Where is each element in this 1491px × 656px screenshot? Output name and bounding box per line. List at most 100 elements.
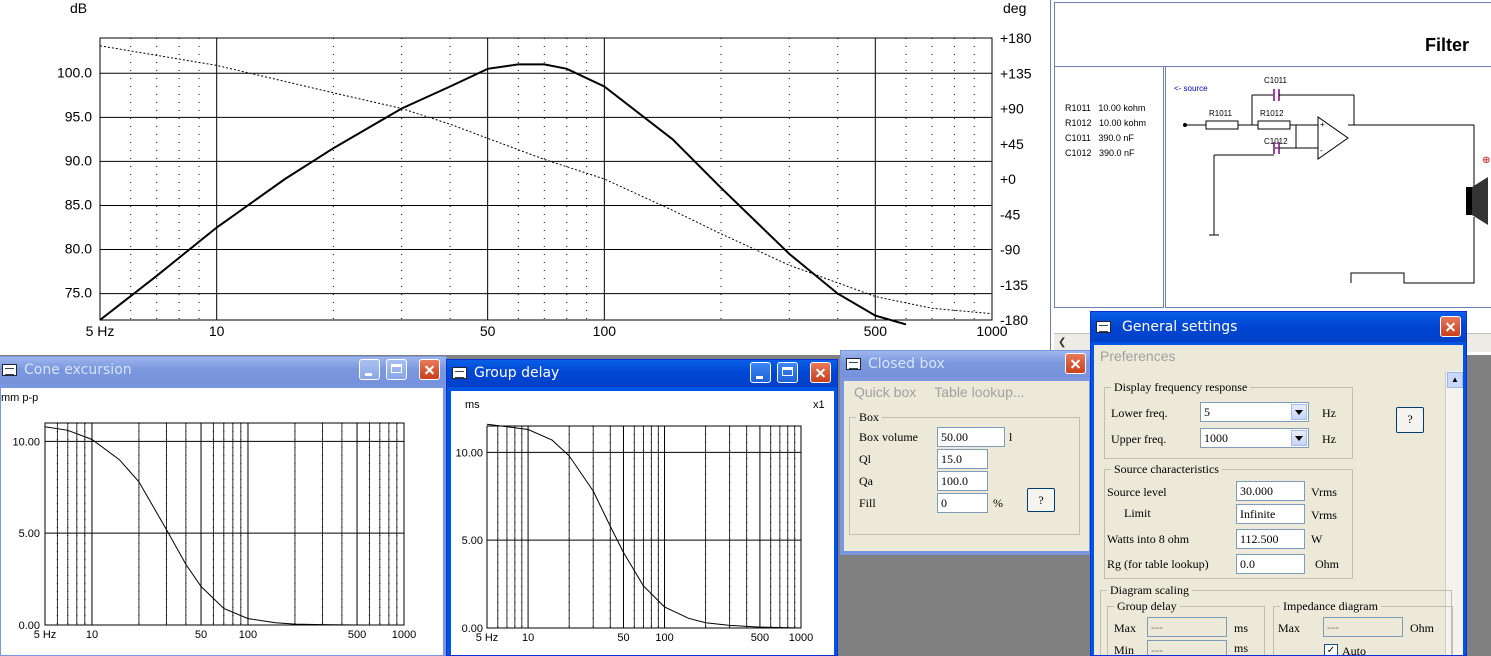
y2-tick-label: +180 [1000, 30, 1032, 46]
y-tick-label: 10.00 [12, 436, 40, 448]
y-tick-label: 5.00 [19, 528, 40, 540]
source-level-field[interactable]: 30.000 [1236, 481, 1305, 501]
filter-panel: Filter R1011 10.00 kohm R1012 10.00 kohm C… [1050, 0, 1491, 355]
y-tick-label: 95.0 [65, 108, 92, 124]
x-tick-label: 500 [751, 632, 769, 644]
qa-label: Qa [859, 474, 873, 488]
menu-bar: Preferences [1094, 345, 1463, 367]
scale-label: x1 [813, 399, 825, 411]
x-tick-label: 500 [864, 323, 888, 339]
svg-text:⊕: ⊕ [1482, 155, 1490, 166]
cone-titlebar[interactable]: Cone excursion [0, 357, 446, 384]
upper-freq-select[interactable]: 1000 [1200, 428, 1309, 448]
y2-axis-unit: deg [1003, 0, 1026, 16]
window-title: Cone excursion [24, 362, 132, 378]
svg-text:R1011: R1011 [1209, 109, 1233, 118]
lower-freq-select[interactable]: 5 [1200, 402, 1309, 422]
component-item: C1012 390.0 nF [1065, 148, 1135, 158]
svg-text:-: - [1320, 146, 1323, 155]
main-chart-panel: 100.0 95.0 90.0 85.0 80.0 75.0 5 Hz 10 50 100 500 1… [0, 0, 1050, 355]
minimize-button[interactable] [359, 359, 380, 380]
x-tick-label: 5 Hz [34, 629, 57, 641]
y-tick-label: 75.0 [65, 285, 92, 301]
component-item: R1012 10.00 kohm [1065, 118, 1147, 128]
imp-max-field[interactable]: --- [1323, 617, 1403, 637]
y2-tick-label: -180 [1000, 312, 1028, 328]
x-tick-label: 1000 [789, 632, 813, 644]
y2-tick-label: -45 [1000, 206, 1020, 222]
group-delay-chart: 10.005.000.005 Hz 10 50 100 500 1000ms x1 [455, 399, 825, 644]
scroll-up-icon[interactable]: ▲ [1447, 372, 1463, 388]
plot-frame [486, 425, 802, 629]
closed-box-window: Closed box Quick box Table lookup... Box … [840, 350, 1093, 555]
svg-text:R1012: R1012 [1260, 109, 1284, 118]
x-tick-label: 5 Hz [476, 632, 499, 644]
chevron-down-icon[interactable] [1291, 430, 1307, 446]
close-button[interactable] [419, 359, 440, 380]
y-axis-unit: dB [70, 0, 87, 16]
box-volume-label: Box volume [859, 430, 918, 444]
gd-max-field[interactable]: --- [1147, 617, 1227, 637]
cone-excursion-chart: 10.005.000.005 Hz 10 50 100 500 1000mm p-p [1, 392, 416, 641]
y-tick-label: 10.00 [455, 447, 483, 459]
chevron-down-icon[interactable] [1291, 404, 1307, 420]
limit-field[interactable]: Infinite [1236, 504, 1305, 524]
component-list: R1011 10.00 kohm R1012 10.00 kohm C1011 39… [1065, 101, 1146, 161]
y2-tick-label: +135 [1000, 65, 1032, 81]
box-volume-field[interactable]: 50.00 [937, 427, 1005, 447]
filter-schematic: <- source R1011 R1012 C1011 + - C1012 ⊕ [1174, 76, 1490, 284]
auto-checkbox[interactable]: ✓ [1324, 644, 1338, 655]
close-button[interactable] [1440, 316, 1461, 337]
component-item: R1011 10.00 kohm [1065, 103, 1146, 113]
svg-text:+: + [1320, 120, 1325, 129]
ql-field[interactable]: 15.0 [937, 449, 988, 469]
fill-field[interactable]: 0 [937, 493, 988, 513]
closedbox-titlebar[interactable]: Closed box [841, 351, 1092, 378]
help-button[interactable]: ? [1027, 488, 1055, 512]
help-button[interactable]: ? [1396, 407, 1424, 433]
maximize-button[interactable] [777, 362, 798, 383]
resistor-r1011 [1205, 120, 1239, 130]
x-tick-label: 100 [239, 629, 257, 641]
scroll-left-icon[interactable]: ❮ [1058, 337, 1066, 348]
y-tick-label: 5.00 [462, 535, 483, 547]
window-title: Group delay [474, 365, 560, 381]
component-list-box: R1011 10.00 kohm R1012 10.00 kohm C1011 39… [1054, 66, 1164, 308]
x-tick-label: 100 [655, 632, 673, 644]
cone-excursion-window: Cone excursion 10.00 5.00 0.00 5 Hz 10 50 100 5… [0, 356, 447, 656]
resistor-r1012 [1257, 120, 1291, 130]
maximize-button[interactable] [386, 359, 407, 380]
close-button[interactable] [810, 362, 831, 383]
window-icon [1096, 321, 1111, 333]
menu-preferences[interactable]: Preferences [1100, 348, 1175, 364]
source-link[interactable]: <- source [1174, 84, 1208, 93]
y-axis-unit: ms [465, 399, 480, 411]
x-tick-label: 50 [195, 629, 207, 641]
ql-label: Ql [859, 452, 871, 466]
qa-field[interactable]: 100.0 [937, 471, 988, 491]
watts-field[interactable]: 112.500 [1236, 529, 1305, 549]
x-tick-label: 10 [522, 632, 534, 644]
x-tick-label: 50 [480, 323, 496, 339]
diagram-scaling-group: Diagram scaling Group delay Max --- ms M… [1100, 583, 1453, 655]
y-tick-label: 80.0 [65, 241, 92, 257]
close-button[interactable] [1065, 353, 1086, 374]
y-tick-label: 85.0 [65, 196, 92, 212]
menu-quick-box[interactable]: Quick box [854, 384, 916, 400]
x-tick-label: 1000 [392, 629, 416, 641]
series-line [486, 423, 802, 629]
y2-tick-label: +45 [1000, 136, 1024, 152]
group-titlebar[interactable]: Group delay [447, 360, 837, 387]
component-item: C1011 390.0 nF [1065, 133, 1134, 143]
general-titlebar[interactable]: General settings [1091, 312, 1466, 342]
menu-table-lookup[interactable]: Table lookup... [934, 384, 1024, 400]
rg-field[interactable]: 0.0 [1236, 554, 1305, 574]
y2-tick-label: +90 [1000, 101, 1024, 117]
minimize-button[interactable] [750, 362, 771, 383]
svg-text:C1012: C1012 [1264, 137, 1288, 146]
series-line [44, 426, 404, 626]
y-tick-label: 100.0 [57, 64, 92, 80]
plot-frame [44, 422, 405, 626]
x-tick-label: 500 [348, 629, 366, 641]
general-settings-window: General settings Preferences ▲ Display f… [1090, 311, 1467, 656]
